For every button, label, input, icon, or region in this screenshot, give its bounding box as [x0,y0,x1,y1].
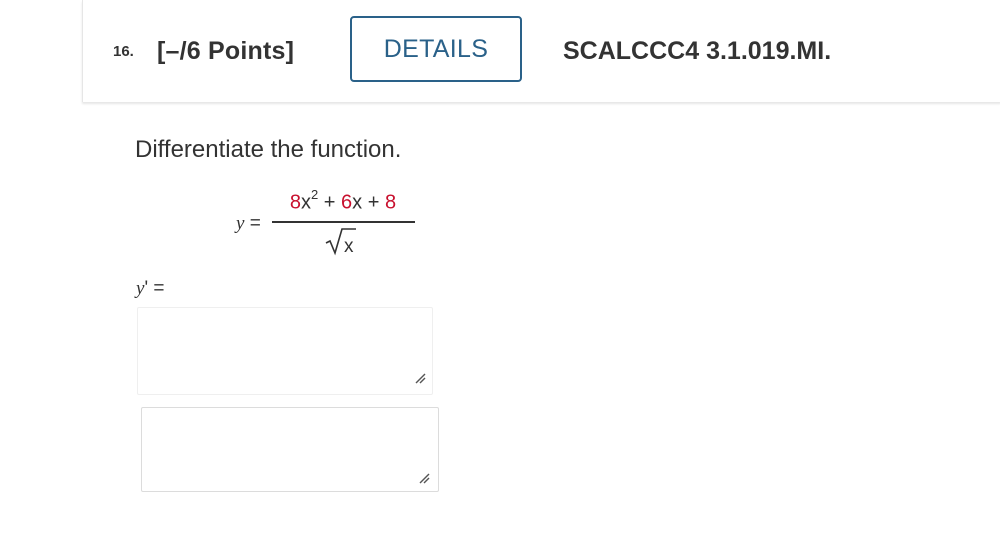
fraction-denominator: x [325,228,356,256]
numerator-coef2: 6 [341,191,353,214]
denominator-variable: x [344,236,354,256]
numerator-exp1: 2 [311,187,319,202]
lhs-equals: = [244,213,261,234]
numerator-var2: x [352,191,363,214]
numerator-const: 8 [384,191,397,214]
answer-label-equals: = [148,278,165,299]
question-code: SCALCCC4 3.1.019.MI. [563,37,832,65]
fraction-bar [272,221,415,223]
numerator-op2: + [362,191,385,214]
resize-handle-icon[interactable] [418,472,430,484]
numerator-op1: + [318,191,342,214]
answer-input-2[interactable] [141,407,439,492]
problem-instruction: Differentiate the function. [135,136,402,163]
answer-label: y' = [136,278,164,300]
numerator-var1: x [301,191,312,214]
question-number: 16. [113,43,134,60]
details-button[interactable]: DETAILS [350,16,522,82]
question-points: [–/6 Points] [157,37,295,65]
numerator-coef1: 8 [289,191,302,214]
answer-input-1[interactable] [137,307,433,395]
resize-handle-icon[interactable] [414,372,426,384]
equation-lhs: y = [236,213,261,235]
fraction-numerator: 8x2 + 6x + 8 [268,187,418,215]
